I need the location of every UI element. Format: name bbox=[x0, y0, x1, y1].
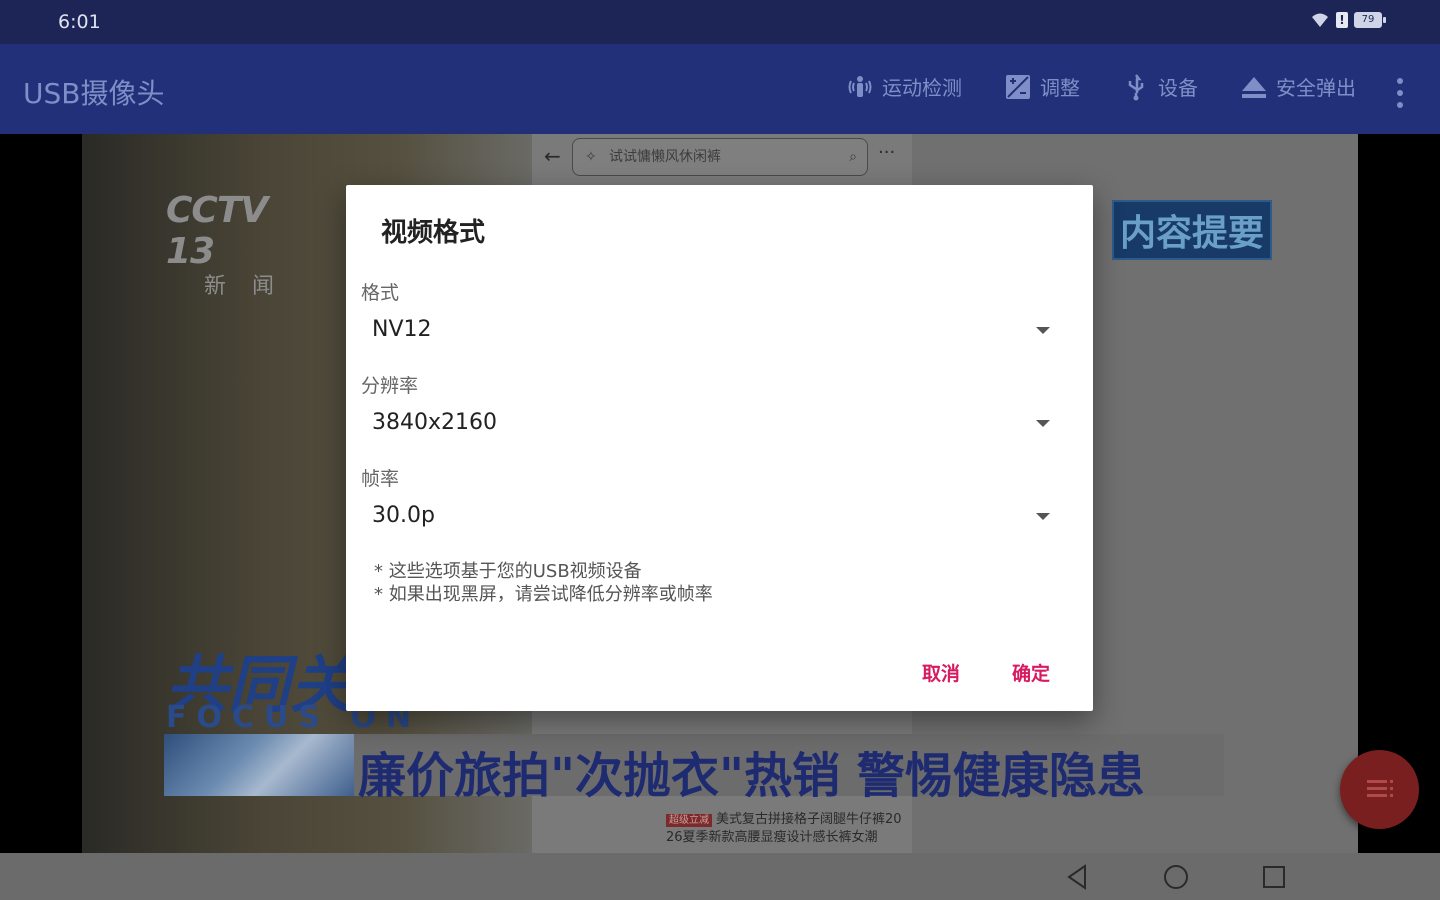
usb-icon bbox=[1128, 73, 1144, 100]
exposure-adjust-icon bbox=[1006, 74, 1030, 99]
status-time: 6:01 bbox=[58, 11, 101, 33]
nav-recents-button[interactable] bbox=[1260, 863, 1288, 891]
motion-detect-button[interactable]: 运动检测 bbox=[846, 72, 962, 101]
eject-icon bbox=[1242, 76, 1266, 98]
framerate-label: 帧率 bbox=[361, 468, 400, 490]
format-select[interactable]: NV12 bbox=[361, 309, 1065, 357]
status-icons: ! 79 bbox=[1310, 12, 1386, 28]
preview-more-icon: ··· bbox=[878, 142, 896, 163]
dropdown-arrow-icon bbox=[1036, 513, 1050, 520]
home-circle-icon bbox=[1164, 865, 1188, 889]
wifi-icon bbox=[1312, 13, 1328, 27]
adjust-button[interactable]: 调整 bbox=[1004, 72, 1080, 101]
safe-eject-label: 安全弹出 bbox=[1276, 76, 1356, 100]
news-ticker: 廉价旅拍"次抛衣"热销 警惕健康隐患 bbox=[164, 734, 1224, 804]
framerate-select[interactable]: 30.0p bbox=[361, 495, 1065, 543]
battery-icon: 79 bbox=[1354, 12, 1386, 28]
app-title: USB摄像头 bbox=[23, 77, 165, 110]
safe-eject-button[interactable]: 安全弹出 bbox=[1240, 72, 1356, 101]
preview-search-placeholder: 试试慵懒风休闲裤 bbox=[609, 149, 721, 165]
cancel-button[interactable]: 取消 bbox=[922, 659, 960, 686]
dialog-note: * 如果出现黑屏，请尝试降低分辨率或帧率 bbox=[374, 584, 713, 605]
dropdown-arrow-icon bbox=[1036, 327, 1050, 334]
back-triangle-icon bbox=[1067, 864, 1086, 890]
sparkle-icon: ✧ bbox=[585, 149, 597, 165]
motion-detect-icon bbox=[848, 75, 872, 97]
format-label: 格式 bbox=[361, 282, 400, 304]
confirm-button[interactable]: 确定 bbox=[1012, 659, 1050, 686]
framerate-value: 30.0p bbox=[372, 503, 435, 528]
app-bar: USB摄像头 运动检测 调整 设备 安全弹出 bbox=[0, 44, 1440, 134]
system-nav-bar bbox=[0, 853, 1440, 900]
alert-icon: ! bbox=[1336, 12, 1348, 28]
channel-logo: CCTV 13 新闻 bbox=[166, 190, 301, 299]
motion-detect-label: 运动检测 bbox=[882, 76, 962, 100]
resolution-select[interactable]: 3840x2160 bbox=[361, 402, 1065, 450]
search-icon: ⌕ bbox=[849, 149, 857, 165]
list-icon bbox=[1367, 780, 1393, 797]
shop-item-line: 超级立减 美式复古拼接格子阔腿牛仔裤20 bbox=[666, 808, 902, 827]
device-button[interactable]: 设备 bbox=[1122, 72, 1198, 101]
globe-graphic bbox=[164, 734, 354, 796]
resolution-label: 分辨率 bbox=[361, 375, 419, 397]
menu-fab[interactable] bbox=[1340, 750, 1419, 829]
nav-home-button[interactable] bbox=[1162, 863, 1190, 891]
recents-square-icon bbox=[1263, 866, 1285, 888]
more-options-icon[interactable] bbox=[1396, 78, 1404, 108]
toolbar-actions: 运动检测 调整 设备 安全弹出 bbox=[846, 72, 1356, 101]
format-value: NV12 bbox=[372, 317, 432, 342]
shop-item-line: 26夏季新款高腰显瘦设计感长裤女潮 bbox=[666, 830, 878, 845]
resolution-value: 3840x2160 bbox=[372, 410, 497, 435]
device-label: 设备 bbox=[1158, 76, 1198, 100]
nav-back-button[interactable] bbox=[1063, 863, 1091, 891]
video-format-dialog: 视频格式 格式 NV12 分辨率 3840x2160 帧率 30.0p * 这些… bbox=[346, 185, 1093, 711]
status-bar: 6:01 ! 79 bbox=[0, 0, 1440, 44]
adjust-label: 调整 bbox=[1040, 76, 1080, 100]
preview-search-box: ✧ 试试慵懒风休闲裤 ⌕ bbox=[572, 138, 868, 176]
news-headline: 廉价旅拍"次抛衣"热销 警惕健康隐患 bbox=[358, 748, 1145, 804]
back-arrow-icon: ← bbox=[544, 144, 561, 168]
dropdown-arrow-icon bbox=[1036, 420, 1050, 427]
summary-badge: 内容提要 bbox=[1112, 200, 1273, 260]
dialog-title: 视频格式 bbox=[381, 218, 486, 248]
